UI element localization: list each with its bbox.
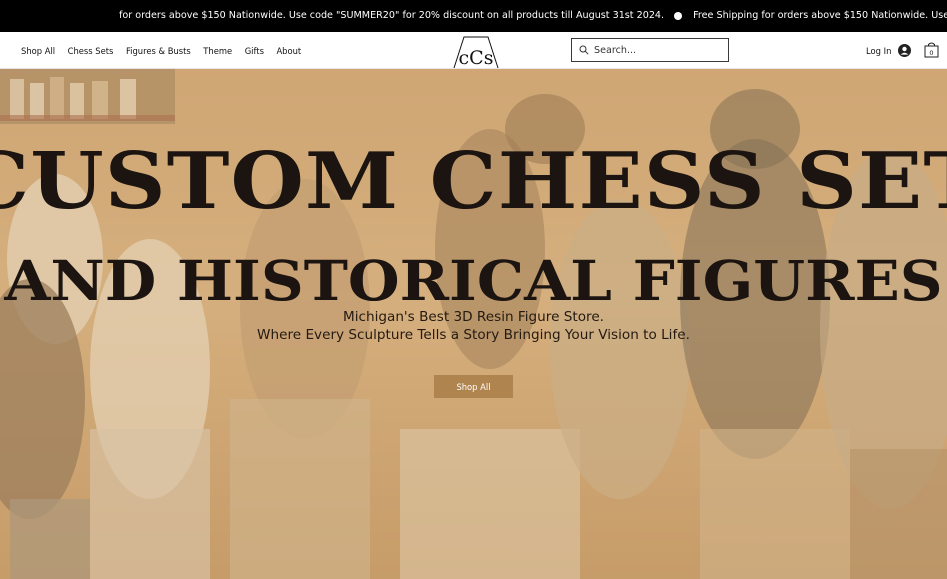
search-input[interactable] bbox=[594, 44, 724, 56]
nav-item-chess-sets[interactable]: Chess Sets bbox=[68, 46, 114, 56]
account-icon[interactable] bbox=[898, 44, 912, 57]
site-header: Shop All Chess Sets Figures & Busts Them… bbox=[0, 32, 947, 69]
main-nav: Shop All Chess Sets Figures & Busts Them… bbox=[21, 32, 301, 69]
nav-item-theme[interactable]: Theme bbox=[203, 46, 232, 56]
announcement-track: for orders above $150 Nationwide. Use co… bbox=[119, 0, 947, 32]
hero-title-line-1: CUSTOM CHESS SETS bbox=[0, 136, 947, 227]
nav-item-shop-all[interactable]: Shop All bbox=[21, 46, 55, 56]
nav-item-figures-busts[interactable]: Figures & Busts bbox=[126, 46, 191, 56]
cart-icon[interactable]: 0 bbox=[924, 41, 939, 58]
site-logo[interactable]: cCs bbox=[450, 35, 502, 69]
nav-item-gifts[interactable]: Gifts bbox=[245, 46, 264, 56]
hero-subtitle-line-1: Michigan's Best 3D Resin Figure Store. bbox=[342, 309, 604, 325]
announcement-bar: for orders above $150 Nationwide. Use co… bbox=[0, 0, 947, 32]
announcement-message: for orders above $150 Nationwide. Use co… bbox=[119, 10, 665, 21]
logo-text: cCs bbox=[459, 47, 494, 69]
login-link[interactable]: Log In bbox=[866, 32, 912, 69]
search-icon[interactable] bbox=[574, 39, 594, 61]
separator-dot-icon bbox=[674, 12, 683, 20]
cart-count: 0 bbox=[929, 49, 933, 57]
shop-all-button[interactable]: Shop All bbox=[434, 375, 513, 398]
hero-title-line-2: AND HISTORICAL FIGURES bbox=[4, 248, 943, 313]
announcement-message: Free Shipping for orders above $150 Nati… bbox=[693, 10, 947, 21]
search-box[interactable] bbox=[571, 38, 729, 62]
login-label[interactable]: Log In bbox=[866, 46, 891, 56]
nav-item-about[interactable]: About bbox=[276, 46, 301, 56]
hero-subtitle-line-2: Where Every Sculpture Tells a Story Brin… bbox=[257, 327, 690, 343]
hero-section: CUSTOM CHESS SETS AND HISTORICAL FIGURES… bbox=[0, 69, 947, 579]
